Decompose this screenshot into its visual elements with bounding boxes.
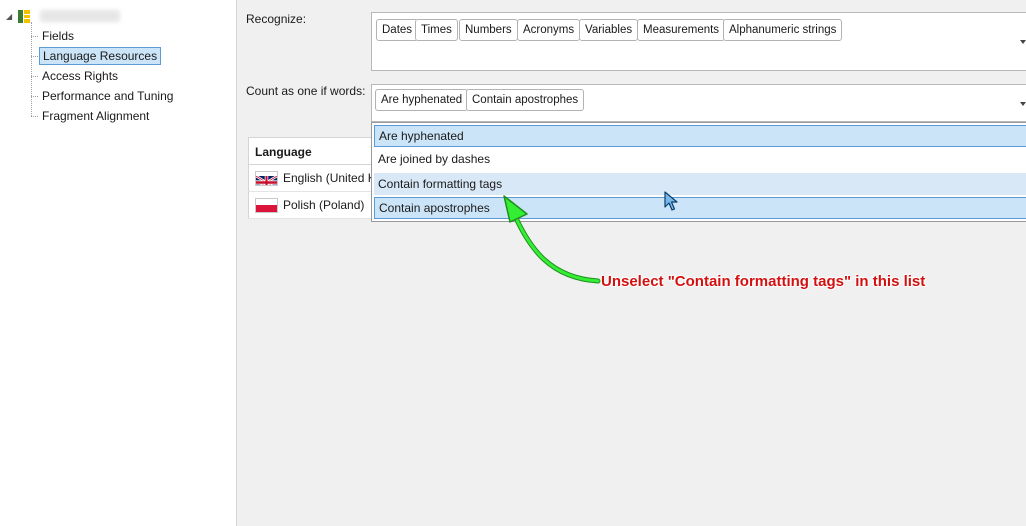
tree-line [31,76,38,77]
tag-acronyms[interactable]: Acronyms [517,19,581,41]
tag-are-hyphenated[interactable]: Are hyphenated [375,89,469,111]
tag-dates[interactable]: Dates [376,19,419,41]
language-name: Polish (Poland) [283,198,365,212]
option-contain-apostrophes[interactable]: Contain apostrophes [374,197,1026,219]
tag-alphanumeric-strings[interactable]: Alphanumeric strings [723,19,843,41]
instruction-annotation: Unselect "Contain formatting tags" in th… [601,273,926,290]
tag-times[interactable]: Times [415,19,458,41]
tree-line [31,56,38,57]
recognize-label: Recognize: [246,12,307,26]
tag-variables[interactable]: Variables [579,19,639,41]
tree-item-fragment-alignment[interactable]: Fragment Alignment [39,107,152,125]
language-row-polish[interactable]: Polish (Poland) [248,192,372,219]
annotation-arrow-icon [503,195,601,284]
dropdown-arrow-icon[interactable] [1020,102,1026,106]
count-as-one-field[interactable]: Are hyphenated Contain apostrophes [371,84,1026,122]
database-icon [18,9,30,23]
tree-item-access-rights[interactable]: Access Rights [39,67,121,85]
tree-line [31,36,38,37]
tree-line [31,116,38,117]
tree-root[interactable]: ◢ [6,8,120,24]
language-column-header[interactable]: Language [248,137,371,165]
count-label: Count as one if words: [246,84,366,98]
option-contain-formatting-tags[interactable]: Contain formatting tags [374,173,1026,195]
tree-item-fields[interactable]: Fields [39,27,77,45]
dropdown-arrow-icon[interactable] [1020,40,1026,44]
count-options-list[interactable]: Are hyphenated Are joined by dashes Cont… [371,122,1026,222]
collapse-icon[interactable]: ◢ [6,12,18,21]
tag-measurements[interactable]: Measurements [637,19,726,41]
tag-numbers[interactable]: Numbers [459,19,518,41]
mouse-cursor-icon [664,191,678,211]
blurred-root-name [40,10,120,22]
uk-flag-icon [255,171,278,186]
tree-item-language-resources[interactable]: Language Resources [39,47,162,65]
option-are-hyphenated[interactable]: Are hyphenated [374,125,1026,147]
language-table: Language English (United Ki Polish (Pola… [248,137,372,526]
tree-line [31,96,38,97]
recognize-field[interactable]: Dates Times Numbers Acronyms Variables M… [371,12,1026,71]
poland-flag-icon [255,198,278,213]
language-row-english[interactable]: English (United Ki [248,165,372,192]
language-name: English (United Ki [283,171,372,185]
option-joined-by-dashes[interactable]: Are joined by dashes [374,148,1026,170]
navigation-tree: ◢ Fields Language Resources Access Right… [0,0,237,526]
tree-item-performance-tuning[interactable]: Performance and Tuning [39,87,176,105]
tag-contain-apostrophes[interactable]: Contain apostrophes [466,89,585,111]
